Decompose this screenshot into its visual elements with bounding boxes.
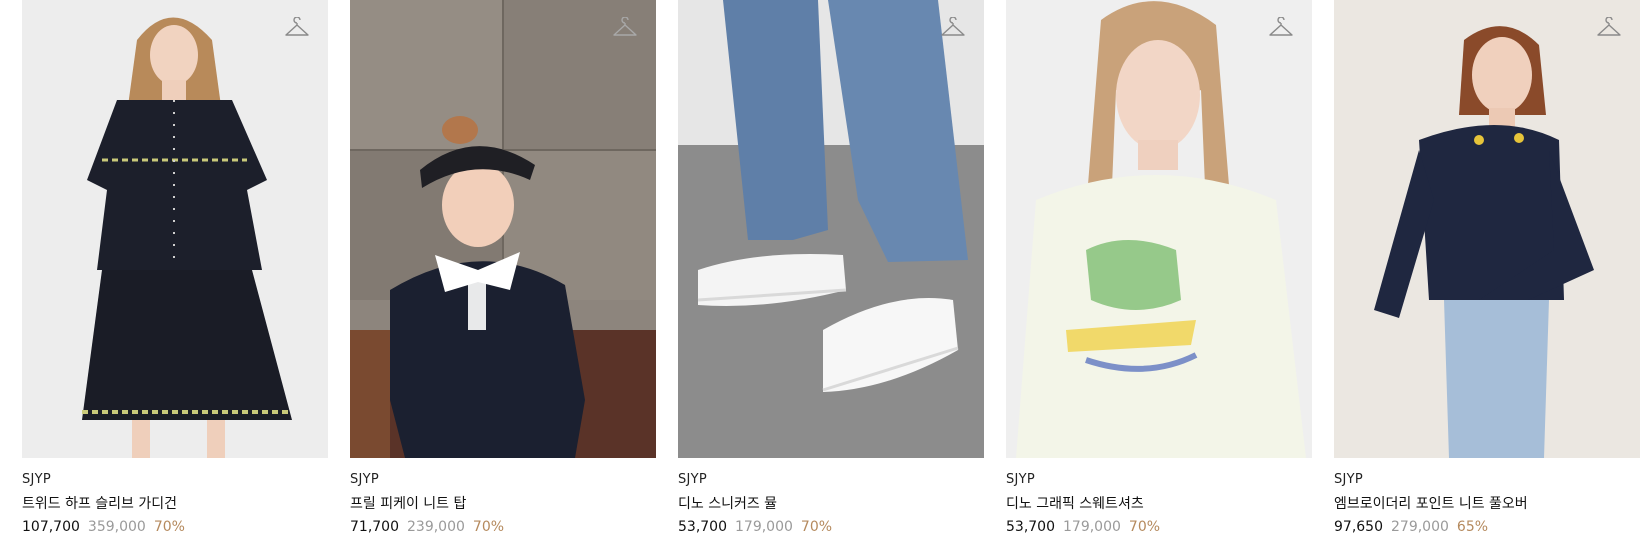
product-photo	[678, 0, 984, 458]
product-prices: 53,700 179,000 70%	[1006, 517, 1312, 537]
product-card[interactable]: SJYP 프릴 피케이 니트 탑 71,700 239,000 70%	[350, 0, 656, 537]
product-card[interactable]: SJYP 엠브로이더리 포인트 니트 풀오버 97,650 279,000 65%	[1334, 0, 1640, 537]
original-price: 279,000	[1391, 519, 1449, 535]
discount-rate: 65%	[1456, 519, 1489, 535]
product-image[interactable]	[678, 0, 984, 458]
sale-price: 97,650	[1334, 519, 1383, 535]
product-card[interactable]: SJYP 트위드 하프 슬리브 가디건 107,700 359,000 70%	[22, 0, 328, 537]
product-name[interactable]: 프릴 피케이 니트 탑	[350, 494, 656, 514]
sale-price: 53,700	[1006, 519, 1055, 535]
discount-rate: 70%	[153, 519, 185, 535]
product-card[interactable]: SJYP 디노 스니커즈 뮬 53,700 179,000 70%	[678, 0, 984, 537]
product-name[interactable]: 트위드 하프 슬리브 가디건	[22, 494, 328, 514]
product-brand: SJYP	[350, 472, 380, 487]
discount-rate: 70%	[472, 519, 505, 535]
product-photo	[1006, 0, 1312, 458]
sale-price: 71,700	[350, 519, 399, 535]
original-price: 239,000	[407, 519, 465, 535]
product-photo	[22, 0, 328, 458]
sale-price: 53,700	[678, 519, 727, 535]
product-prices: 107,700 359,000 70%	[22, 517, 328, 537]
hanger-icon[interactable]	[612, 16, 638, 39]
product-brand: SJYP	[1334, 472, 1364, 487]
discount-rate: 70%	[800, 519, 833, 535]
product-grid: SJYP 트위드 하프 슬리브 가디건 107,700 359,000 70%	[22, 0, 1640, 537]
original-price: 359,000	[87, 519, 146, 535]
product-image[interactable]	[1334, 0, 1640, 458]
product-image[interactable]	[22, 0, 328, 458]
sale-price: 107,700	[22, 519, 80, 535]
original-price: 179,000	[1063, 519, 1121, 535]
hanger-icon[interactable]	[284, 16, 310, 39]
hanger-icon[interactable]	[1268, 16, 1294, 39]
original-price: 179,000	[735, 519, 793, 535]
product-brand: SJYP	[22, 472, 52, 487]
product-brand: SJYP	[1006, 472, 1036, 487]
product-brand: SJYP	[678, 472, 708, 487]
product-name[interactable]: 디노 스니커즈 뮬	[678, 494, 984, 514]
product-photo	[1334, 0, 1640, 458]
product-image[interactable]	[350, 0, 656, 458]
product-name[interactable]: 엠브로이더리 포인트 니트 풀오버	[1334, 494, 1640, 514]
product-name[interactable]: 디노 그래픽 스웨트셔츠	[1006, 494, 1312, 514]
hanger-icon[interactable]	[1596, 16, 1622, 39]
product-image[interactable]	[1006, 0, 1312, 458]
product-card[interactable]: SJYP 디노 그래픽 스웨트셔츠 53,700 179,000 70%	[1006, 0, 1312, 537]
discount-rate: 70%	[1128, 519, 1161, 535]
product-photo	[350, 0, 656, 458]
product-prices: 53,700 179,000 70%	[678, 517, 984, 537]
product-prices: 97,650 279,000 65%	[1334, 517, 1640, 537]
hanger-icon[interactable]	[940, 16, 966, 39]
product-prices: 71,700 239,000 70%	[350, 517, 656, 537]
